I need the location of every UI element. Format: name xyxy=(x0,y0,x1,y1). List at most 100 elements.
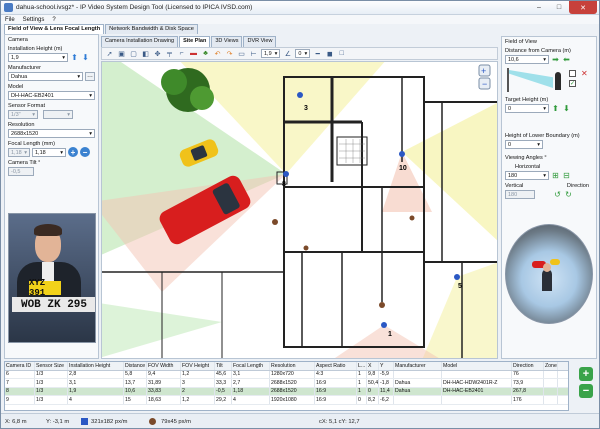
line-style-icon[interactable]: ━ xyxy=(313,49,322,58)
camera-marker[interactable] xyxy=(297,92,303,98)
height-up-icon[interactable]: ⬆ xyxy=(70,53,79,62)
installation-height-input[interactable]: 1,9 ▾ xyxy=(8,53,68,62)
fill-icon[interactable]: ◼ xyxy=(325,49,334,58)
distance-left-icon[interactable]: ⬅ xyxy=(562,55,571,64)
rotate-icon[interactable]: ✥ xyxy=(153,49,162,58)
fov-zone-yellow-3 xyxy=(422,262,497,358)
ruler-icon[interactable]: ▭ xyxy=(237,49,246,58)
site-plan-canvas[interactable]: 3 10 8 5 1 + − xyxy=(101,61,498,359)
table-row[interactable]: 6 1/3 2,8 5,8 9,4 1,2 45,6 3,1 1280x720 4:3 1 9,8 -5… xyxy=(5,370,568,379)
column-header[interactable]: L... xyxy=(357,362,367,370)
table-cell: 0 xyxy=(367,387,379,395)
focal-length-select[interactable]: 1,18 ▾ xyxy=(32,148,66,157)
camera-marker[interactable] xyxy=(283,171,289,177)
horizontal-angle-input[interactable]: 180 ▾ xyxy=(505,171,549,180)
sensor-format-extra-select[interactable]: ▾ xyxy=(43,110,73,119)
expand-icon[interactable]: ⊞ xyxy=(551,171,560,180)
close-button[interactable]: ✕ xyxy=(569,1,597,14)
cursor-icon[interactable]: ➚ xyxy=(105,49,114,58)
table-row[interactable]: 8 1/3 1,9 10,6 33,83 2 -0,5 1,18 2688x1520 16:9 1 0… xyxy=(5,387,568,396)
checkbox-icon[interactable]: ✓ xyxy=(569,80,576,87)
minimize-button[interactable]: – xyxy=(529,1,549,14)
column-header[interactable]: Direction xyxy=(512,362,544,370)
line-width-select[interactable]: 1,9 ▾ xyxy=(261,49,281,58)
redo-icon[interactable]: ↷ xyxy=(225,49,234,58)
menu-file[interactable]: File xyxy=(1,17,19,23)
camera-marker[interactable] xyxy=(399,151,405,157)
maximize-button[interactable]: □ xyxy=(549,1,569,14)
angle-select[interactable]: 0 ▾ xyxy=(295,49,311,58)
close-icon[interactable]: ✕ xyxy=(581,69,588,78)
rotate-right-icon[interactable]: ↻ xyxy=(564,190,573,199)
tab-3d-views[interactable]: 3D Views xyxy=(211,36,243,47)
rotate-left-icon[interactable]: ↺ xyxy=(553,190,562,199)
checkbox-icon[interactable] xyxy=(569,70,576,77)
menu-settings[interactable]: Settings xyxy=(19,17,49,23)
tab-camera-installation-drawing[interactable]: Camera Installation Drawing xyxy=(101,36,179,47)
table-cell: 73,9 xyxy=(512,379,544,387)
column-header[interactable]: Distance xyxy=(124,362,147,370)
distance-right-icon[interactable]: ➡ xyxy=(551,55,560,64)
manufacturer-more-button[interactable]: … xyxy=(85,71,95,81)
manufacturer-value: Dahua xyxy=(11,73,28,80)
undo-icon[interactable]: ↶ xyxy=(213,49,222,58)
column-header[interactable]: Aspect Ratio xyxy=(315,362,357,370)
column-header[interactable]: Zone xyxy=(544,362,558,370)
column-header[interactable]: Model xyxy=(442,362,512,370)
wall-icon[interactable]: ╤ xyxy=(165,49,174,58)
height-down-icon[interactable]: ⬇ xyxy=(81,53,90,62)
column-header[interactable]: X xyxy=(367,362,379,370)
table-row[interactable]: 7 1/3 3,1 13,7 31,89 3 33,3 2,7 2688x1520 16:9 1 50… xyxy=(5,379,568,388)
remove-camera-button[interactable]: − xyxy=(579,384,593,398)
manufacturer-select[interactable]: Dahua ▾ xyxy=(8,72,84,81)
add-camera-button[interactable]: + xyxy=(579,367,593,381)
tab-dvr-view[interactable]: DVR View xyxy=(243,36,277,47)
tab-site-plan[interactable]: Site Plan xyxy=(179,36,211,47)
column-header[interactable]: Tilt xyxy=(215,362,232,370)
camera-marker[interactable] xyxy=(454,274,460,280)
column-header[interactable]: Sensor Size xyxy=(35,362,68,370)
table-cell xyxy=(544,370,558,378)
car-icon[interactable]: ▬ xyxy=(189,49,198,58)
focal-length-min-input[interactable]: 1,18 ▾ xyxy=(8,148,30,157)
distance-input[interactable]: 10,6 ▾ xyxy=(505,55,549,64)
target-height-input[interactable]: 0 ▾ xyxy=(505,104,549,113)
table-cell: 33,83 xyxy=(147,387,181,395)
color-icon[interactable]: □ xyxy=(337,49,346,58)
vertical-angle-input[interactable]: 180 xyxy=(505,190,535,199)
tab-field-of-view[interactable]: Field of View & Lens Focal Length xyxy=(4,24,105,34)
lower-boundary-input[interactable]: 0 ▾ xyxy=(505,140,543,149)
target-up-icon[interactable]: ⬆ xyxy=(551,104,560,113)
fisheye-car xyxy=(550,259,560,265)
column-header[interactable]: Installation Height xyxy=(68,362,124,370)
column-header[interactable]: FOV Width xyxy=(147,362,181,370)
camera-tilt-input[interactable]: -0,5 xyxy=(8,167,34,176)
angle-icon[interactable]: ∠ xyxy=(283,49,292,58)
tree-icon[interactable]: ♣ xyxy=(201,49,210,58)
table-row[interactable]: 9 1/3 4 15 18,63 1,2 29,2 4 1920x1080 16:9 0 8,2 -6,… xyxy=(5,396,568,405)
picture-icon[interactable]: ▣ xyxy=(117,49,126,58)
tab-network-bandwidth[interactable]: Network Bandwidth & Disk Space xyxy=(105,24,198,34)
select-icon[interactable]: ▢ xyxy=(129,49,138,58)
table-cell xyxy=(544,396,558,404)
camera-marker[interactable] xyxy=(381,322,387,328)
target-down-icon[interactable]: ⬇ xyxy=(562,104,571,113)
column-header[interactable]: Focal Length xyxy=(232,362,270,370)
menu-help[interactable]: ? xyxy=(48,17,59,23)
model-select[interactable]: DH-HAC-EB2401 ▾ xyxy=(8,91,95,100)
chevron-down-icon: ▾ xyxy=(543,56,546,63)
column-header[interactable]: FOV Height xyxy=(181,362,215,370)
column-header[interactable]: Y xyxy=(379,362,394,370)
column-header[interactable]: Manufacturer xyxy=(394,362,442,370)
collapse-icon[interactable]: ⊟ xyxy=(562,171,571,180)
zoom-in-icon[interactable]: + xyxy=(68,147,78,157)
zoom-out-icon[interactable]: − xyxy=(80,147,90,157)
column-header[interactable]: Camera ID xyxy=(5,362,35,370)
sensor-format-select[interactable]: 1/3" ▾ xyxy=(8,110,38,119)
door-icon[interactable]: ⌐ xyxy=(177,49,186,58)
column-header[interactable]: Resolution xyxy=(270,362,315,370)
chevron-down-icon: ▾ xyxy=(543,172,546,179)
camera-tool-icon[interactable]: ◧ xyxy=(141,49,150,58)
resolution-select[interactable]: 2688x1520 ▾ xyxy=(8,129,95,138)
height-icon[interactable]: ⊢ xyxy=(249,49,258,58)
